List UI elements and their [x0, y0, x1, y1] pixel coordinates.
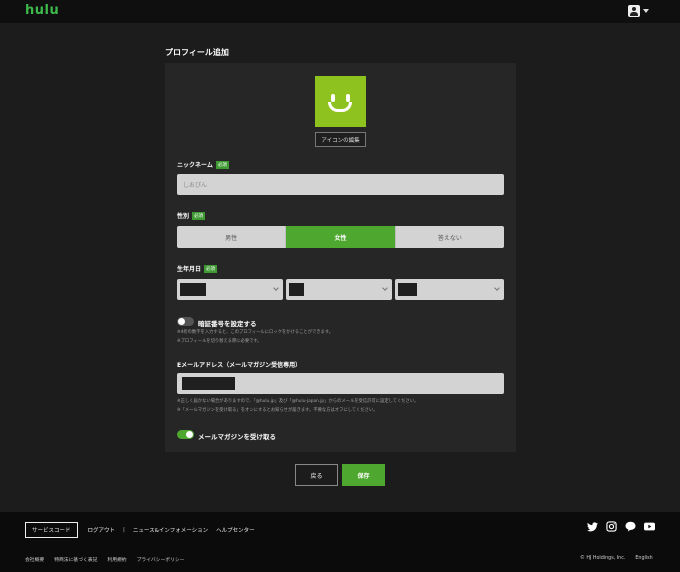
- email-label: Eメールアドレス（メールマガジン受信専用）: [177, 360, 301, 369]
- avatar-mouth: [328, 102, 352, 112]
- required-badge: 必須: [204, 264, 218, 273]
- company-link[interactable]: 会社概要: [25, 556, 44, 563]
- email-input[interactable]: [177, 373, 504, 394]
- nickname-label-text: ニックネーム: [177, 162, 213, 169]
- chevron-down-icon: [494, 285, 500, 291]
- email-label-text: Eメールアドレス（メールマガジン受信専用）: [177, 362, 302, 369]
- youtube-icon[interactable]: [644, 521, 655, 532]
- email-note-2: ※「メールマガジンを受け取る」をオンにするとお知らせが届きます。不要な方はオフに…: [177, 408, 378, 413]
- footer-separator: |: [123, 527, 125, 533]
- instagram-icon[interactable]: [606, 521, 617, 532]
- logout-link[interactable]: ログアウト: [88, 526, 116, 534]
- footer-legal-links: 会社概要 特商法に基づく表記 利用規約 プライバシーポリシー: [25, 556, 194, 563]
- footer-nav: サービスコード ログアウト | ニュース&インフォメーション ヘルプセンター: [25, 522, 263, 538]
- pin-label: 暗証番号を設定する: [198, 320, 257, 328]
- avatar-eye-right: [346, 94, 350, 102]
- terms-link[interactable]: 利用規約: [107, 556, 126, 563]
- gender-option-female[interactable]: 女性: [286, 226, 396, 248]
- required-badge: 必須: [192, 211, 206, 220]
- chevron-down-icon: [643, 9, 649, 13]
- service-code-button[interactable]: サービスコード: [25, 522, 78, 538]
- gender-option-no-answer[interactable]: 答えない: [395, 226, 504, 248]
- required-badge: 必須: [215, 160, 229, 169]
- social-links: [587, 521, 655, 532]
- newsletter-toggle[interactable]: [177, 430, 194, 439]
- gender-selector: 男性 女性 答えない: [177, 226, 504, 248]
- help-center-link[interactable]: ヘルプセンター: [216, 526, 255, 534]
- account-menu[interactable]: [628, 5, 649, 17]
- avatar-eye-left: [331, 94, 335, 102]
- profile-avatar: [315, 76, 366, 127]
- chevron-down-icon: [382, 285, 388, 291]
- account-icon: [628, 5, 640, 17]
- copyright: © HJ Holdings, Inc.: [580, 556, 626, 561]
- gender-label: 性別 必須: [177, 211, 206, 220]
- nickname-value: しおぴん: [183, 182, 208, 189]
- redacted-value: [289, 283, 304, 296]
- page-title: プロフィール追加: [165, 48, 229, 57]
- pin-note-1: ※4桁の数字を入力すると、このプロフィールにロックをかけることができます。: [177, 330, 334, 335]
- birthday-label-text: 生年月日: [177, 266, 202, 273]
- profile-form: アイコンの編集 ニックネーム 必須 しおぴん 性別 必須 男性 女性 答えない …: [165, 63, 516, 452]
- hulu-logo[interactable]: hulu: [25, 3, 59, 18]
- birth-month-select[interactable]: [286, 279, 392, 300]
- top-bar: hulu: [0, 0, 680, 23]
- toggle-knob: [178, 318, 185, 325]
- news-link[interactable]: ニュース&インフォメーション: [133, 526, 208, 534]
- back-button[interactable]: 戻る: [295, 464, 338, 486]
- nickname-input[interactable]: しおぴん: [177, 174, 504, 195]
- twitter-icon[interactable]: [587, 521, 598, 532]
- copyright-row: © HJ Holdings, Inc. English: [580, 556, 653, 561]
- redacted-value: [398, 283, 417, 296]
- toggle-knob: [186, 431, 193, 438]
- gender-option-male[interactable]: 男性: [177, 226, 287, 248]
- line-icon[interactable]: [625, 521, 636, 532]
- pin-note-2: ※プロフィールを切り替える際に必要です。: [177, 339, 262, 344]
- birth-day-select[interactable]: [395, 279, 504, 300]
- redacted-value: [180, 283, 206, 296]
- language-link[interactable]: English: [635, 556, 652, 561]
- edit-icon-button[interactable]: アイコンの編集: [315, 132, 366, 147]
- email-note-1: ※正しく届かない場合がありますので、「@hulu.jp」及び「@hulu-jap…: [177, 399, 419, 404]
- newsletter-label: メールマガジンを受け取る: [198, 433, 276, 441]
- legal-notice-link[interactable]: 特商法に基づく表記: [54, 556, 97, 563]
- save-button[interactable]: 保存: [342, 464, 385, 486]
- redacted-value: [182, 377, 235, 390]
- chevron-down-icon: [273, 285, 279, 291]
- privacy-link[interactable]: プライバシーポリシー: [137, 556, 185, 563]
- pin-toggle[interactable]: [177, 317, 194, 326]
- birth-year-select[interactable]: [177, 279, 283, 300]
- footer: サービスコード ログアウト | ニュース&インフォメーション ヘルプセンター 会…: [0, 512, 680, 572]
- birthday-label: 生年月日 必須: [177, 264, 218, 273]
- nickname-label: ニックネーム 必須: [177, 160, 229, 169]
- gender-label-text: 性別: [177, 213, 190, 220]
